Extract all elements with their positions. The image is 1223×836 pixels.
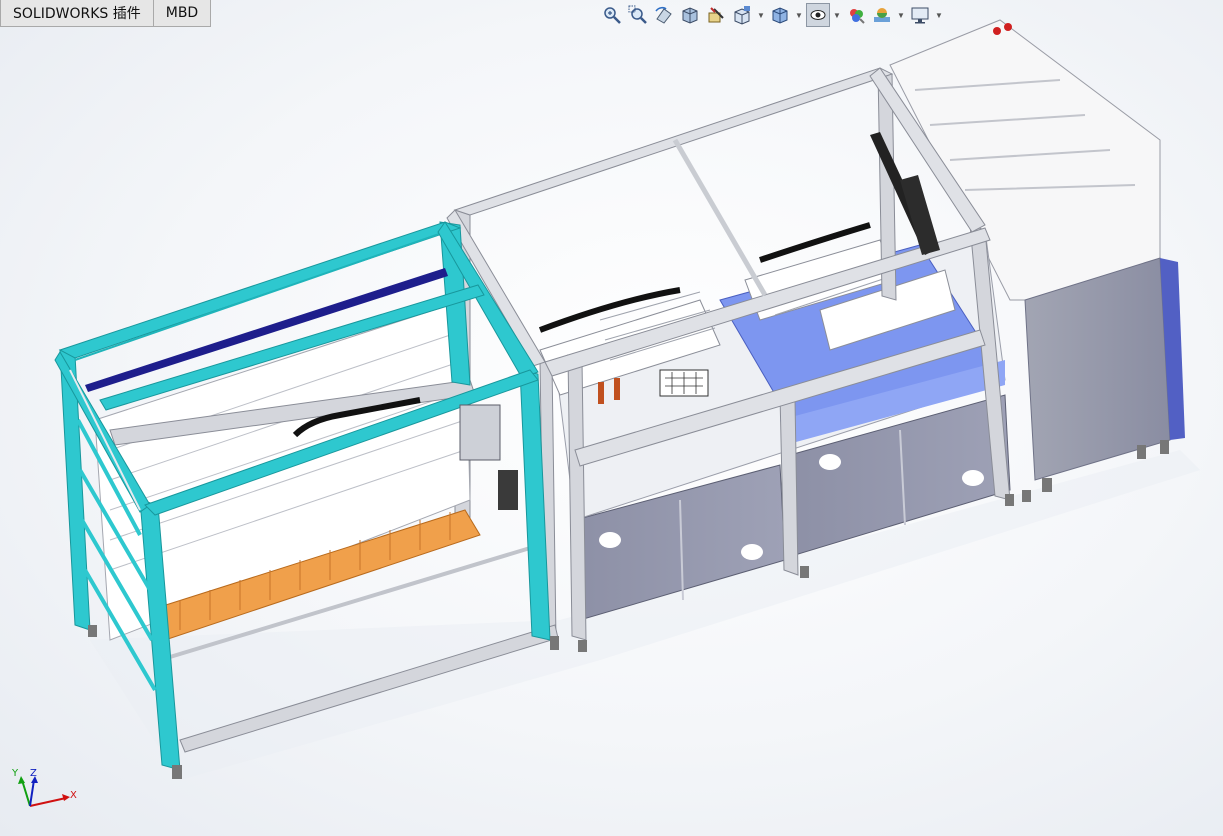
view-settings-dropdown-icon[interactable]: ▼: [934, 3, 944, 27]
zoom-to-fit-icon[interactable]: [600, 3, 624, 27]
command-manager-tabs: SOLIDWORKS 插件 MBD: [0, 0, 212, 27]
triad-x-label: X: [70, 790, 77, 801]
triad-axes-icon: [18, 776, 70, 807]
view-orientation-dropdown-icon[interactable]: ▼: [756, 3, 766, 27]
tab-solidworks-addins[interactable]: SOLIDWORKS 插件: [0, 0, 154, 27]
graphics-area-3d-model[interactable]: [0, 0, 1223, 836]
section-view-icon[interactable]: [678, 3, 702, 27]
dynamic-annotation-icon[interactable]: [704, 3, 728, 27]
coordinate-triad: X Y Z: [8, 768, 78, 816]
view-orientation-icon[interactable]: [730, 3, 754, 27]
view-settings-icon[interactable]: [908, 3, 932, 27]
tab-mbd[interactable]: MBD: [153, 0, 212, 27]
display-style-dropdown-icon[interactable]: ▼: [794, 3, 804, 27]
triad-z-label: Z: [30, 768, 37, 779]
edit-appearance-icon[interactable]: [844, 3, 868, 27]
previous-view-icon[interactable]: [652, 3, 676, 27]
apply-scene-icon[interactable]: [870, 3, 894, 27]
heads-up-view-toolbar: ▼ ▼ ▼ ▼ ▼: [600, 2, 944, 28]
hide-show-dropdown-icon[interactable]: ▼: [832, 3, 842, 27]
apply-scene-dropdown-icon[interactable]: ▼: [896, 3, 906, 27]
triad-y-label: Y: [12, 768, 19, 779]
hide-show-items-icon[interactable]: [806, 3, 830, 27]
display-style-icon[interactable]: [768, 3, 792, 27]
zoom-to-area-icon[interactable]: [626, 3, 650, 27]
